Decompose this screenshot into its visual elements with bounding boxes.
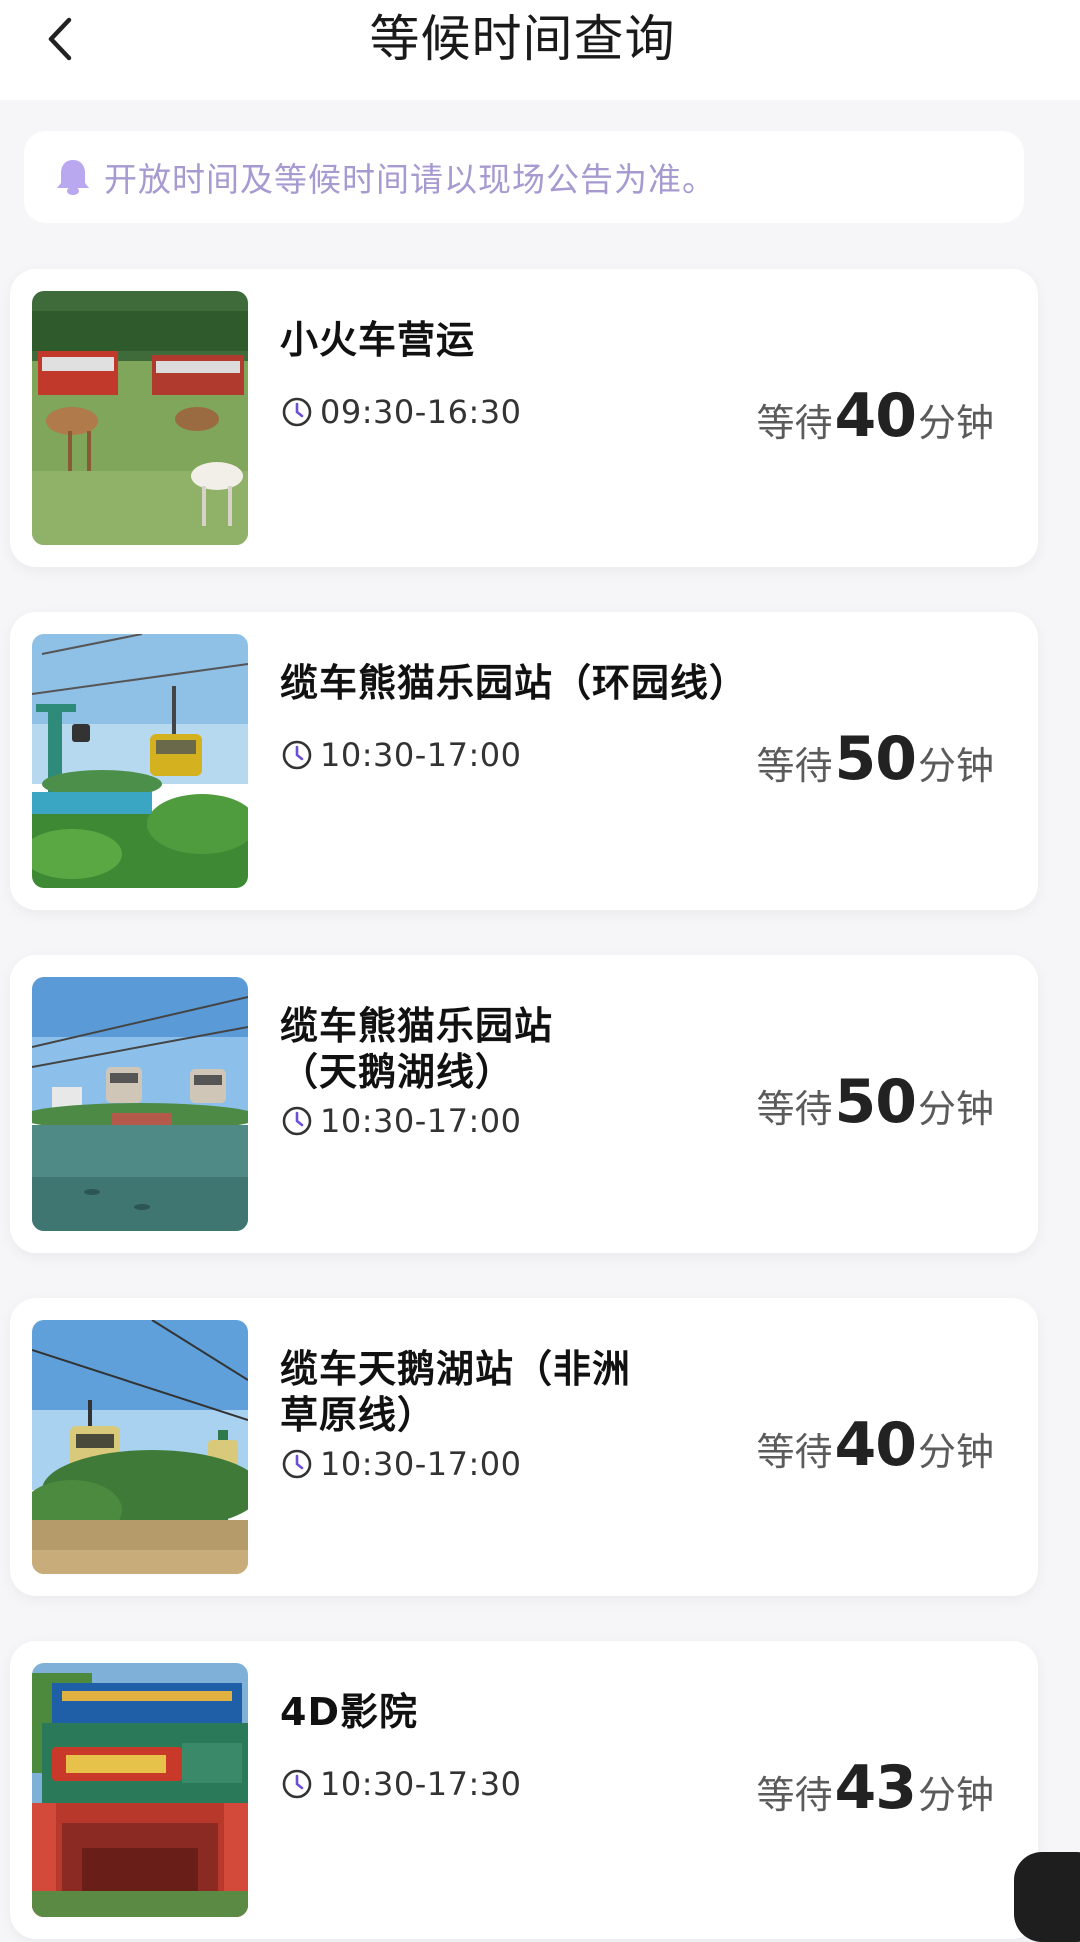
wait-suffix: 分钟 xyxy=(917,401,994,445)
wait-time: 等待 50 分钟 xyxy=(756,724,994,794)
clock-icon xyxy=(280,1104,314,1138)
wait-minutes: 43 xyxy=(834,1753,916,1823)
opening-hours: 10:30-17:00 xyxy=(280,736,521,774)
ride-card[interactable]: 4D影院 10:30-17:30 等待 43 分钟 xyxy=(10,1641,1038,1939)
notice-text: 开放时间及等候时间请以现场公告为准。 xyxy=(104,160,716,199)
wait-prefix: 等待 xyxy=(756,1430,833,1474)
wait-minutes: 40 xyxy=(834,381,916,451)
wait-time: 等待 50 分钟 xyxy=(756,1067,994,1137)
wait-suffix: 分钟 xyxy=(917,1087,994,1131)
hours-text: 10:30-17:00 xyxy=(320,1102,522,1140)
opening-hours: 09:30-16:30 xyxy=(280,393,521,431)
ride-card[interactable]: 小火车营运 09:30-16:30 等待 40 分钟 xyxy=(10,269,1038,567)
ride-thumbnail xyxy=(32,1663,248,1917)
wait-prefix: 等待 xyxy=(756,744,833,788)
clock-icon xyxy=(280,395,314,429)
ride-name: 缆车熊猫乐园站（环园线） xyxy=(280,661,749,705)
clock-icon xyxy=(280,1447,314,1481)
wait-time: 等待 43 分钟 xyxy=(756,1753,994,1823)
ride-name: 缆车天鹅湖站（非洲 草原线） xyxy=(280,1347,632,1437)
ride-thumbnail xyxy=(32,977,248,1231)
wait-suffix: 分钟 xyxy=(917,744,994,788)
wait-time: 等待 40 分钟 xyxy=(756,1410,994,1480)
opening-hours: 10:30-17:30 xyxy=(280,1765,521,1803)
ride-thumbnail xyxy=(32,634,248,888)
wait-suffix: 分钟 xyxy=(917,1430,994,1474)
hours-text: 10:30-17:00 xyxy=(320,736,522,774)
ride-card[interactable]: 缆车熊猫乐园站（环园线） 10:30-17:00 等待 50 分钟 xyxy=(10,612,1038,910)
hours-text: 09:30-16:30 xyxy=(320,393,522,431)
clock-icon xyxy=(280,1767,314,1801)
floating-action-button[interactable] xyxy=(1014,1852,1080,1942)
hours-text: 10:30-17:30 xyxy=(320,1765,522,1803)
clock-icon xyxy=(280,738,314,772)
page-title: 等候时间查询 xyxy=(369,10,676,68)
top-bar: 等候时间查询 xyxy=(0,0,1080,100)
ride-card[interactable]: 缆车熊猫乐园站 （天鹅湖线） 10:30-17:00 等待 50 分钟 xyxy=(10,955,1038,1253)
bell-icon xyxy=(54,157,92,197)
opening-hours: 10:30-17:00 xyxy=(280,1102,521,1140)
ride-card[interactable]: 缆车天鹅湖站（非洲 草原线） 10:30-17:00 等待 40 分钟 xyxy=(10,1298,1038,1596)
ride-name: 缆车熊猫乐园站 （天鹅湖线） xyxy=(280,1004,554,1094)
wait-prefix: 等待 xyxy=(756,1773,833,1817)
hours-text: 10:30-17:00 xyxy=(320,1445,522,1483)
ride-name: 4D影院 xyxy=(280,1690,418,1734)
notice-banner: 开放时间及等候时间请以现场公告为准。 xyxy=(24,131,1024,223)
ride-thumbnail xyxy=(32,1320,248,1574)
opening-hours: 10:30-17:00 xyxy=(280,1445,521,1483)
wait-prefix: 等待 xyxy=(756,401,833,445)
wait-time: 等待 40 分钟 xyxy=(756,381,994,451)
wait-prefix: 等待 xyxy=(756,1087,833,1131)
wait-minutes: 50 xyxy=(834,724,916,794)
wait-minutes: 40 xyxy=(834,1410,916,1480)
ride-name: 小火车营运 xyxy=(280,318,476,362)
ride-thumbnail xyxy=(32,291,248,545)
wait-suffix: 分钟 xyxy=(917,1773,994,1817)
wait-minutes: 50 xyxy=(834,1067,916,1137)
